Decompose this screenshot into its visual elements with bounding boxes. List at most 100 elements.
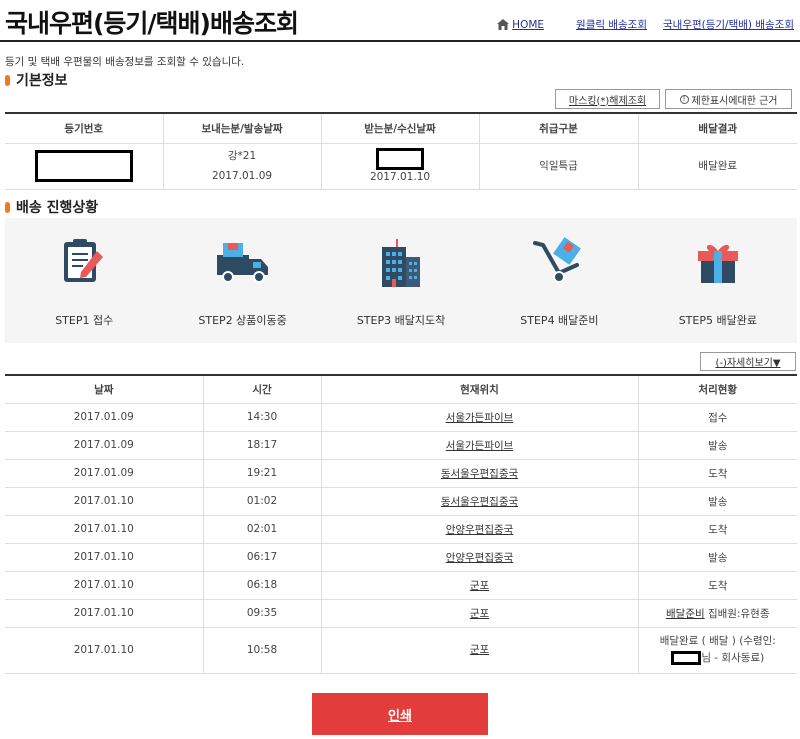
restriction-basis-label: 제한표시에대한 근거 — [691, 95, 778, 107]
progress-heading: 배송 진행상황 — [5, 197, 98, 217]
detail-view-button[interactable]: (-)자세히보기▼ — [700, 352, 796, 371]
location-cell: 안양우편집중국 — [321, 543, 639, 572]
detail-view-label: (-)자세히보기▼ — [715, 358, 781, 369]
hand-cart-icon — [533, 237, 582, 283]
basic-info-heading: 기본정보 — [5, 70, 68, 90]
location-cell: 군포 — [321, 627, 639, 674]
status-line: 님 - 회사동료) — [639, 650, 798, 667]
progress-title: 배송 진행상황 — [16, 200, 99, 216]
carrier-info: 집배원:유현종 — [704, 607, 770, 620]
date-cell: 2017.01.10 — [5, 627, 204, 674]
location-link[interactable]: 군포 — [470, 580, 489, 592]
table-header-row: 등기번호 보내는분/발송날짜 받는분/수신날짜 취급구분 배달결과 — [5, 113, 797, 144]
home-link-label[interactable]: HOME — [512, 19, 544, 31]
redaction-box — [671, 651, 702, 665]
time-cell: 14:30 — [203, 403, 322, 432]
basic-info-title: 기본정보 — [16, 73, 68, 89]
status-line: 배달완료 ( 배달 ) (수령인: — [659, 635, 776, 647]
status-cell: 발송 — [638, 487, 797, 516]
table-row: 강*21 2017.01.09 2017.01.10 익일특급 배달완료 — [5, 143, 797, 190]
table-row: 2017.01.09 19:21 동서울우편집중국 도착 — [5, 459, 797, 488]
location-cell: 안양우편집중국 — [321, 515, 639, 544]
col-header: 받는분/수신날짜 — [321, 113, 480, 144]
status-cell: 발송 — [638, 543, 797, 572]
building-icon — [382, 239, 421, 287]
step-label: STEP2 상품이동중 — [198, 314, 287, 327]
col-header: 현재위치 — [321, 375, 639, 404]
receiver-cell: 2017.01.10 — [321, 143, 480, 190]
location-link[interactable]: 안양우편집중국 — [446, 524, 514, 536]
section-marker-icon — [5, 74, 10, 86]
location-link[interactable]: 서울가든파이브 — [446, 440, 514, 452]
status-link[interactable]: 배달준비 — [666, 608, 705, 620]
col-header: 처리현황 — [638, 375, 797, 404]
time-cell: 09:35 — [203, 599, 322, 628]
oneclick-tracking-link[interactable]: 원클릭 배송조회 — [576, 17, 647, 32]
time-cell: 10:58 — [203, 627, 322, 674]
delivery-steps: STEP1 접수 STEP2 상품이동중 STEP3 배달지도착 STEP4 배… — [5, 218, 797, 343]
location-link[interactable]: 군포 — [470, 644, 489, 656]
breadcrumb: HOME 원클릭 배송조회 국내우편(등기/택배) 배송조회 — [497, 17, 794, 32]
unmask-button[interactable]: 마스킹(*)해제조회 — [555, 89, 660, 109]
location-link[interactable]: 군포 — [470, 608, 489, 620]
status-cell: 도착 — [638, 459, 797, 488]
redaction-box — [376, 148, 424, 170]
status-cell: 접수 — [638, 403, 797, 432]
print-button[interactable]: 인쇄 — [312, 693, 488, 735]
handling-type-cell: 익일특급 — [479, 143, 639, 190]
table-row: 2017.01.10 02:01 안양우편집중국 도착 — [5, 515, 797, 544]
section-marker-icon — [5, 201, 10, 213]
table-header-row: 날짜 시간 현재위치 처리현황 — [5, 375, 797, 404]
status-cell: 발송 — [638, 431, 797, 460]
location-cell: 동서울우편집중국 — [321, 487, 639, 516]
step-3: STEP3 배달지도착 — [322, 218, 480, 343]
table-row: 2017.01.09 14:30 서울가든파이브 접수 — [5, 403, 797, 432]
location-cell: 군포 — [321, 571, 639, 600]
table-row: 2017.01.10 06:18 군포 도착 — [5, 571, 797, 600]
clipboard-icon — [64, 239, 104, 282]
col-header: 취급구분 — [479, 113, 639, 144]
location-cell: 군포 — [321, 599, 639, 628]
date-cell: 2017.01.10 — [5, 571, 204, 600]
col-header: 배달결과 — [638, 113, 797, 144]
info-icon: ! — [679, 94, 689, 104]
time-cell: 01:02 — [203, 487, 322, 516]
step-label: STEP3 배달지도착 — [356, 314, 446, 327]
step-1: STEP1 접수 — [5, 218, 163, 343]
page-title: 국내우편(등기/택배)배송조회 — [5, 9, 299, 38]
location-link[interactable]: 동서울우편집중국 — [441, 496, 518, 508]
basic-info-table: 등기번호 보내는분/발송날짜 받는분/수신날짜 취급구분 배달결과 강*21 2… — [5, 112, 797, 190]
home-link[interactable]: HOME — [497, 19, 544, 31]
tracking-table: 날짜 시간 현재위치 처리현황 2017.01.09 14:30 서울가든파이브… — [5, 374, 797, 674]
step-2: STEP2 상품이동중 — [163, 218, 321, 343]
table-row: 2017.01.10 10:58 군포 배달완료 ( 배달 ) (수령인: 님 … — [5, 627, 798, 674]
location-link[interactable]: 서울가든파이브 — [446, 412, 514, 424]
location-link[interactable]: 동서울우편집중국 — [441, 468, 518, 480]
delivery-result-cell: 배달완료 — [638, 143, 797, 190]
redaction-box — [34, 150, 133, 182]
time-cell: 18:17 — [203, 431, 322, 460]
tracking-number-cell — [5, 143, 164, 190]
date-cell: 2017.01.09 — [5, 431, 204, 460]
domestic-tracking-link[interactable]: 국내우편(등기/택배) 배송조회 — [663, 17, 794, 32]
home-icon — [497, 19, 510, 30]
print-button-label: 인쇄 — [388, 708, 412, 724]
date-cell: 2017.01.09 — [5, 403, 204, 432]
date-cell: 2017.01.10 — [5, 543, 204, 572]
date-cell: 2017.01.10 — [5, 599, 204, 628]
step-label: STEP1 접수 — [55, 314, 114, 327]
date-cell: 2017.01.09 — [5, 459, 204, 488]
receive-date: 2017.01.10 — [369, 171, 431, 183]
page-description: 등기 및 택배 우편물의 배송정보를 조회할 수 있습니다. — [5, 56, 245, 68]
date-cell: 2017.01.10 — [5, 487, 204, 516]
col-header: 등기번호 — [5, 113, 164, 144]
restriction-basis-button[interactable]: ! 제한표시에대한 근거 — [665, 89, 792, 109]
step-5: STEP5 배달완료 — [639, 218, 797, 343]
table-row: 2017.01.09 18:17 서울가든파이브 발송 — [5, 431, 797, 460]
location-link[interactable]: 안양우편집중국 — [446, 552, 514, 564]
col-header: 보내는분/발송날짜 — [163, 113, 322, 144]
step-label: STEP5 배달완료 — [678, 314, 757, 327]
page-header: 국내우편(등기/택배)배송조회 HOME 원클릭 배송조회 국내우편(등기/택배… — [0, 0, 800, 42]
time-cell: 02:01 — [203, 515, 322, 544]
time-cell: 06:18 — [203, 571, 322, 600]
